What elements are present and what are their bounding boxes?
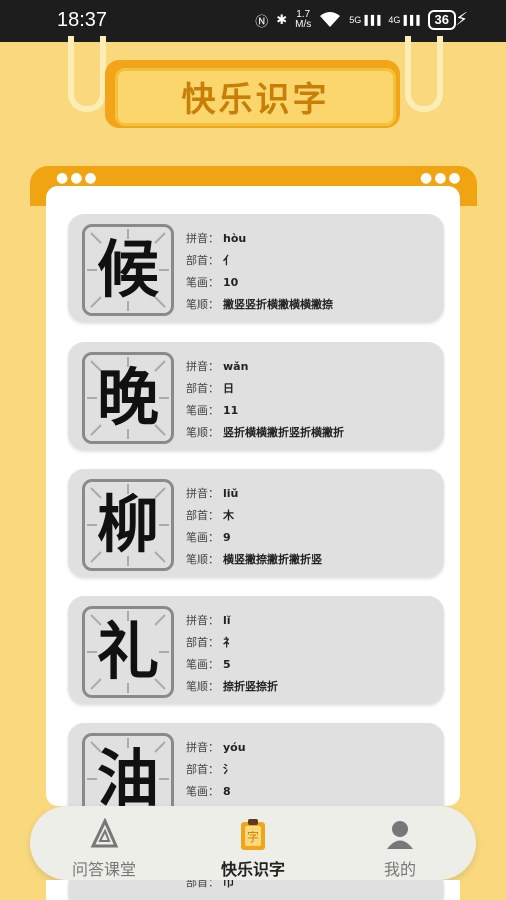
pinyin-row: 拼音： liǔ [186, 487, 239, 500]
pinyin-row: 拼音： lǐ [186, 614, 231, 627]
bluetooth-icon: ✱ [276, 12, 288, 27]
character-card[interactable]: 柳 拼音： liǔ 部首：木 笔画： 9 笔顺： 横竖撇捺撇折撇折竖 [68, 469, 444, 577]
svg-text:字: 字 [247, 829, 259, 844]
status-time: 18:37 [57, 9, 108, 31]
character-glyph: 柳 [96, 488, 159, 561]
status-icons: Ⓝ ✱ 1.7 M/s 5G▐▐▐ 4G▐▐▐ 36 [255, 10, 456, 30]
stroke-order-row: 笔顺： 横竖撇捺撇折撇折竖 [186, 553, 322, 566]
character-grid-box: 晚 [82, 352, 174, 444]
char-info-partial: 部首：巾 [186, 880, 234, 889]
wifi-icon [319, 11, 341, 30]
character-grid-box: 油 [82, 733, 174, 806]
character-card[interactable]: 候 拼音： hòu 部首：亻 笔画： 10 笔顺： 撇竖竖折横撇横横撇捺 [68, 214, 444, 322]
radical-row: 部首：氵 [186, 763, 234, 776]
character-glyph: 候 [96, 233, 159, 306]
list-item-partial[interactable]: 部首：巾 [68, 880, 444, 900]
character-list-panel[interactable]: 候 拼音： hòu 部首：亻 笔画： 10 笔顺： 撇竖竖折横撇横横撇捺 晚 拼音： w… [46, 186, 460, 806]
pinyin-row: 拼音： hòu [186, 232, 247, 245]
character-info: 拼音： wǎn 部首：日 笔画： 11 笔顺： 竖折横横撇折竖折横撇折 [186, 356, 344, 444]
network-speed: 1.7 M/s [295, 9, 312, 30]
strokes-row: 笔画： 8 [186, 785, 231, 798]
stroke-order-row: 笔顺： 竖折横横撇折竖折横撇折 [186, 426, 344, 439]
list-overflow: 部首：巾 [46, 880, 460, 900]
book-icon: 字 [183, 818, 323, 850]
character-grid-box: 柳 [82, 479, 174, 571]
pinyin-row: 拼音： yóu [186, 741, 246, 754]
page-title: 快乐识字 [181, 80, 330, 120]
triangle-ruler-icon [34, 817, 174, 850]
character-card[interactable]: 晚 拼音： wǎn 部首：日 笔画： 11 笔顺： 竖折横横撇折竖折横撇折 [68, 342, 444, 450]
nav-label-mine: 我的 [383, 860, 416, 879]
bottom-navigation: 问答课堂 字 快乐识字 我的 [30, 806, 476, 880]
nav-item-literacy[interactable]: 字 快乐识字 [183, 818, 323, 880]
nfc-icon: Ⓝ [255, 13, 269, 29]
character-glyph: 油 [96, 742, 159, 806]
radical-row: 部首：木 [186, 509, 234, 522]
character-grid-box: 礼 [82, 606, 174, 698]
banner-hook-left [68, 36, 106, 112]
character-glyph: 晚 [96, 361, 159, 434]
character-card[interactable]: 油 拼音：yóu 部首：氵 笔画：8 笔顺： [68, 723, 444, 806]
character-grid-box: 候 [82, 224, 174, 316]
character-glyph: 礼 [96, 615, 159, 688]
character-info: 拼音： hòu 部首：亻 笔画： 10 笔顺： 撇竖竖折横撇横横撇捺 [186, 228, 333, 316]
strokes-row: 笔画： 5 [186, 658, 231, 671]
signal-4g-icon: 4G▐▐▐ [388, 15, 420, 25]
strokes-row: 笔画： 10 [186, 276, 239, 289]
tray-dots-left: ●●● [56, 170, 99, 186]
banner-hook-right [405, 36, 443, 112]
signal-5g-icon: 5G▐▐▐ [349, 15, 381, 25]
strokes-row: 笔画： 9 [186, 531, 231, 544]
character-info: 拼音： liǔ 部首：木 笔画： 9 笔顺： 横竖撇捺撇折撇折竖 [186, 483, 322, 571]
radical-row: 部首：亻 [186, 254, 234, 267]
battery-icon: 36 [427, 10, 456, 30]
stroke-order-row: 笔顺： 捺折竖捺折 [186, 680, 278, 693]
character-info: 拼音： lǐ 部首：礻 笔画： 5 笔顺： 捺折竖捺折 [186, 610, 278, 698]
nav-item-mine[interactable]: 我的 [330, 818, 470, 880]
pinyin-row: 拼音： wǎn [186, 360, 249, 373]
user-icon [330, 818, 470, 850]
strokes-row: 笔画： 11 [186, 404, 239, 417]
radical-row: 部首：礻 [186, 636, 234, 649]
character-card[interactable]: 礼 拼音： lǐ 部首：礻 笔画： 5 笔顺： 捺折竖捺折 [68, 596, 444, 704]
radical-row: 部首：日 [186, 382, 234, 395]
nav-item-qa[interactable]: 问答课堂 [34, 817, 174, 880]
character-info: 拼音：yóu 部首：氵 笔画：8 笔顺： [186, 737, 246, 806]
charging-icon: ⚡ [455, 9, 468, 30]
tray-dots-right: ●●● [420, 170, 463, 186]
nav-label-qa: 问答课堂 [71, 860, 136, 879]
stroke-order-row: 笔顺： 撇竖竖折横撇横横撇捺 [186, 298, 333, 311]
nav-label-literacy: 快乐识字 [220, 860, 285, 879]
